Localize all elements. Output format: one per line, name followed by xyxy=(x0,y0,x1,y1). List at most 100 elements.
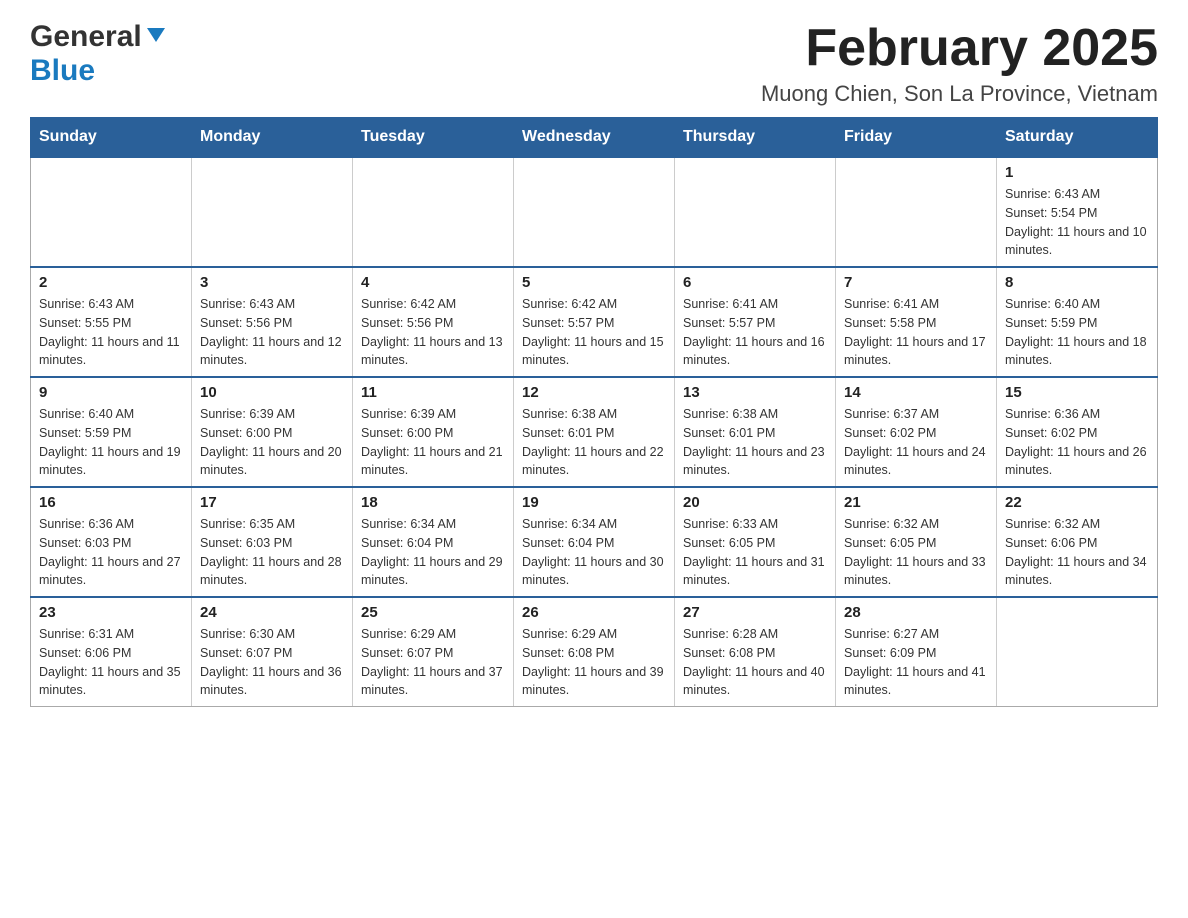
day-number: 17 xyxy=(200,494,344,511)
calendar-cell: 13Sunrise: 6:38 AMSunset: 6:01 PMDayligh… xyxy=(675,377,836,487)
day-number: 11 xyxy=(361,384,505,401)
day-of-week-saturday: Saturday xyxy=(997,118,1158,158)
day-info: Sunrise: 6:31 AMSunset: 6:06 PMDaylight:… xyxy=(39,625,183,700)
calendar-cell: 20 Sunrise: 6:33 AMSunset: 6:05 PMDayligh… xyxy=(675,487,836,597)
day-number: 20 xyxy=(683,494,827,511)
day-number: 27 xyxy=(683,604,827,621)
day-info: Sunrise: 6:43 AMSunset: 5:55 PMDaylight:… xyxy=(39,295,183,370)
calendar-cell xyxy=(997,597,1158,707)
calendar-cell: 2 Sunrise: 6:43 AMSunset: 5:55 PMDaylight… xyxy=(31,267,192,377)
day-info: Sunrise: 6:33 AMSunset: 6:05 PMDaylight:… xyxy=(683,515,827,590)
day-of-week-thursday: Thursday xyxy=(675,118,836,158)
calendar-week-5: 23 Sunrise: 6:31 AMSunset: 6:06 PMDayligh… xyxy=(31,597,1158,707)
calendar-header: SundayMondayTuesdayWednesdayThursdayFrid… xyxy=(31,118,1158,158)
logo-blue-text: Blue xyxy=(30,54,95,88)
day-number: 21 xyxy=(844,494,988,511)
calendar-title: February 2025 xyxy=(761,20,1158,77)
calendar-cell: 7 Sunrise: 6:41 AMSunset: 5:58 PMDaylight… xyxy=(836,267,997,377)
calendar-cell: 24Sunrise: 6:30 AMSunset: 6:07 PMDayligh… xyxy=(192,597,353,707)
day-number: 6 xyxy=(683,274,827,291)
calendar-cell: 4 Sunrise: 6:42 AMSunset: 5:56 PMDaylight… xyxy=(353,267,514,377)
day-number: 14 xyxy=(844,384,988,401)
day-info: Sunrise: 6:41 AMSunset: 5:57 PMDaylight:… xyxy=(683,295,827,370)
calendar-subtitle: Muong Chien, Son La Province, Vietnam xyxy=(761,81,1158,107)
calendar-cell: 11 Sunrise: 6:39 AMSunset: 6:00 PMDayligh… xyxy=(353,377,514,487)
calendar-cell: 6 Sunrise: 6:41 AMSunset: 5:57 PMDaylight… xyxy=(675,267,836,377)
day-info: Sunrise: 6:37 AMSunset: 6:02 PMDaylight:… xyxy=(844,405,988,480)
calendar-cell: 25 Sunrise: 6:29 AMSunset: 6:07 PMDayligh… xyxy=(353,597,514,707)
day-number: 15 xyxy=(1005,384,1149,401)
day-number: 5 xyxy=(522,274,666,291)
day-info: Sunrise: 6:40 AMSunset: 5:59 PMDaylight:… xyxy=(1005,295,1149,370)
calendar-cell: 5 Sunrise: 6:42 AMSunset: 5:57 PMDaylight… xyxy=(514,267,675,377)
day-of-week-monday: Monday xyxy=(192,118,353,158)
day-number: 9 xyxy=(39,384,183,401)
calendar-body: 1 Sunrise: 6:43 AMSunset: 5:54 PMDaylight… xyxy=(31,157,1158,707)
calendar-cell xyxy=(514,157,675,267)
day-number: 18 xyxy=(361,494,505,511)
day-of-week-wednesday: Wednesday xyxy=(514,118,675,158)
day-number: 10 xyxy=(200,384,344,401)
calendar-cell: 1 Sunrise: 6:43 AMSunset: 5:54 PMDaylight… xyxy=(997,157,1158,267)
day-info: Sunrise: 6:40 AMSunset: 5:59 PMDaylight:… xyxy=(39,405,183,480)
day-number: 23 xyxy=(39,604,183,621)
calendar-cell: 12Sunrise: 6:38 AMSunset: 6:01 PMDayligh… xyxy=(514,377,675,487)
page-header: General Blue February 2025 Muong Chien, … xyxy=(30,20,1158,107)
day-number: 12 xyxy=(522,384,666,401)
calendar-cell xyxy=(836,157,997,267)
day-number: 16 xyxy=(39,494,183,511)
day-number: 2 xyxy=(39,274,183,291)
day-info: Sunrise: 6:27 AMSunset: 6:09 PMDaylight:… xyxy=(844,625,988,700)
calendar-cell: 19 Sunrise: 6:34 AMSunset: 6:04 PMDayligh… xyxy=(514,487,675,597)
day-of-week-friday: Friday xyxy=(836,118,997,158)
calendar-cell: 14 Sunrise: 6:37 AMSunset: 6:02 PMDayligh… xyxy=(836,377,997,487)
day-number: 1 xyxy=(1005,164,1149,181)
day-info: Sunrise: 6:36 AMSunset: 6:02 PMDaylight:… xyxy=(1005,405,1149,480)
days-of-week-row: SundayMondayTuesdayWednesdayThursdayFrid… xyxy=(31,118,1158,158)
day-number: 7 xyxy=(844,274,988,291)
day-info: Sunrise: 6:29 AMSunset: 6:08 PMDaylight:… xyxy=(522,625,666,700)
day-number: 24 xyxy=(200,604,344,621)
day-info: Sunrise: 6:35 AMSunset: 6:03 PMDaylight:… xyxy=(200,515,344,590)
day-info: Sunrise: 6:43 AMSunset: 5:54 PMDaylight:… xyxy=(1005,185,1149,260)
day-info: Sunrise: 6:34 AMSunset: 6:04 PMDaylight:… xyxy=(361,515,505,590)
calendar-cell xyxy=(675,157,836,267)
calendar-cell: 15 Sunrise: 6:36 AMSunset: 6:02 PMDayligh… xyxy=(997,377,1158,487)
day-number: 26 xyxy=(522,604,666,621)
day-info: Sunrise: 6:42 AMSunset: 5:56 PMDaylight:… xyxy=(361,295,505,370)
day-number: 8 xyxy=(1005,274,1149,291)
logo-general-text: General xyxy=(30,20,142,54)
calendar-cell: 3Sunrise: 6:43 AMSunset: 5:56 PMDaylight… xyxy=(192,267,353,377)
day-of-week-sunday: Sunday xyxy=(31,118,192,158)
day-number: 4 xyxy=(361,274,505,291)
calendar-week-2: 2 Sunrise: 6:43 AMSunset: 5:55 PMDaylight… xyxy=(31,267,1158,377)
calendar-week-3: 9 Sunrise: 6:40 AMSunset: 5:59 PMDaylight… xyxy=(31,377,1158,487)
day-info: Sunrise: 6:34 AMSunset: 6:04 PMDaylight:… xyxy=(522,515,666,590)
calendar-cell: 16 Sunrise: 6:36 AMSunset: 6:03 PMDayligh… xyxy=(31,487,192,597)
calendar-table: SundayMondayTuesdayWednesdayThursdayFrid… xyxy=(30,117,1158,707)
day-info: Sunrise: 6:29 AMSunset: 6:07 PMDaylight:… xyxy=(361,625,505,700)
calendar-cell: 27 Sunrise: 6:28 AMSunset: 6:08 PMDayligh… xyxy=(675,597,836,707)
day-info: Sunrise: 6:39 AMSunset: 6:00 PMDaylight:… xyxy=(361,405,505,480)
day-info: Sunrise: 6:39 AMSunset: 6:00 PMDaylight:… xyxy=(200,405,344,480)
day-of-week-tuesday: Tuesday xyxy=(353,118,514,158)
day-info: Sunrise: 6:28 AMSunset: 6:08 PMDaylight:… xyxy=(683,625,827,700)
calendar-week-1: 1 Sunrise: 6:43 AMSunset: 5:54 PMDaylight… xyxy=(31,157,1158,267)
day-info: Sunrise: 6:36 AMSunset: 6:03 PMDaylight:… xyxy=(39,515,183,590)
calendar-cell: 21 Sunrise: 6:32 AMSunset: 6:05 PMDayligh… xyxy=(836,487,997,597)
day-info: Sunrise: 6:43 AMSunset: 5:56 PMDaylight:… xyxy=(200,295,344,370)
calendar-cell: 22Sunrise: 6:32 AMSunset: 6:06 PMDayligh… xyxy=(997,487,1158,597)
calendar-cell: 17 Sunrise: 6:35 AMSunset: 6:03 PMDayligh… xyxy=(192,487,353,597)
calendar-cell: 8 Sunrise: 6:40 AMSunset: 5:59 PMDaylight… xyxy=(997,267,1158,377)
day-info: Sunrise: 6:32 AMSunset: 6:05 PMDaylight:… xyxy=(844,515,988,590)
day-info: Sunrise: 6:42 AMSunset: 5:57 PMDaylight:… xyxy=(522,295,666,370)
day-number: 25 xyxy=(361,604,505,621)
day-number: 19 xyxy=(522,494,666,511)
calendar-cell xyxy=(353,157,514,267)
calendar-cell xyxy=(31,157,192,267)
title-section: February 2025 Muong Chien, Son La Provin… xyxy=(761,20,1158,107)
calendar-cell: 28Sunrise: 6:27 AMSunset: 6:09 PMDayligh… xyxy=(836,597,997,707)
logo: General Blue xyxy=(30,20,167,88)
day-info: Sunrise: 6:41 AMSunset: 5:58 PMDaylight:… xyxy=(844,295,988,370)
day-info: Sunrise: 6:32 AMSunset: 6:06 PMDaylight:… xyxy=(1005,515,1149,590)
